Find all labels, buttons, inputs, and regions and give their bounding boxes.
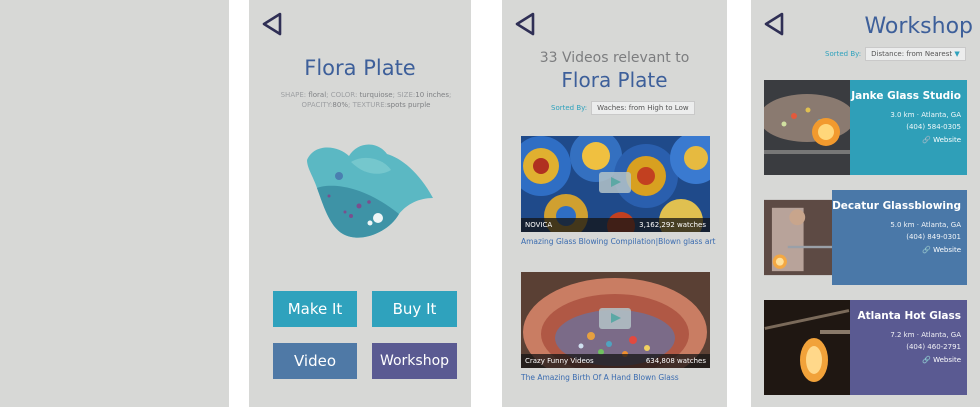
link-icon: 🔗 xyxy=(922,136,931,144)
workshop-card[interactable]: Atlanta Hot Glass 7.2 km · Atlanta, GA (… xyxy=(764,300,967,395)
website-link[interactable]: 🔗 Website xyxy=(850,136,961,144)
website-label: Website xyxy=(933,136,961,144)
workshop-name: Decatur Glassblowing xyxy=(832,200,961,212)
link-icon: 🔗 xyxy=(922,356,931,364)
buy-it-button[interactable]: Buy It xyxy=(372,291,457,327)
workshop-button[interactable]: Workshop xyxy=(372,343,457,379)
website-label: Website xyxy=(933,356,961,364)
play-icon[interactable] xyxy=(599,308,631,329)
workshop-info: Janke Glass Studio 3.0 km · Atlanta, GA … xyxy=(850,80,967,175)
workshop-phone[interactable]: (404) 460-2791 xyxy=(850,341,961,353)
back-arrow-icon[interactable] xyxy=(261,12,283,36)
workshop-info: Decatur Glassblowing 5.0 km · Atlanta, G… xyxy=(832,190,967,285)
videos-sort-row: Sorted By: Waches: from High to Low xyxy=(551,101,695,115)
workshop-sort-row: Sorted By: Distance: from Nearest ▼ xyxy=(825,47,966,61)
workshop-distance: 5.0 km · Atlanta, GA xyxy=(890,221,961,229)
workshop-distance: 3.0 km · Atlanta, GA xyxy=(890,111,961,119)
blank-panel xyxy=(0,0,229,407)
workshop-photo-image xyxy=(764,80,850,175)
attr-value: 80% xyxy=(332,101,348,109)
attr-value: spots purple xyxy=(387,101,431,109)
sort-value: Distance: from Nearest xyxy=(871,50,953,58)
attr-key: TEXTURE: xyxy=(352,101,387,109)
attr-key: COLOR: xyxy=(330,91,358,99)
website-link[interactable]: 🔗 Website xyxy=(832,246,961,254)
attr-key: SHAPE: xyxy=(280,91,307,99)
website-link[interactable]: 🔗 Website xyxy=(850,356,961,364)
back-arrow-icon[interactable] xyxy=(514,12,536,36)
workshop-phone[interactable]: (404) 849-0301 xyxy=(832,231,961,243)
workshop-card[interactable]: Janke Glass Studio 3.0 km · Atlanta, GA … xyxy=(764,80,967,175)
flora-plate-image xyxy=(307,144,433,238)
attr-value: floral xyxy=(308,91,327,99)
workshop-name: Atlanta Hot Glass xyxy=(857,310,961,322)
attr-value: 10 inches xyxy=(415,91,450,99)
workshop-name: Janke Glass Studio xyxy=(851,90,961,102)
workshop-info: Atlanta Hot Glass 7.2 km · Atlanta, GA (… xyxy=(850,300,967,395)
video-channel: Crazy Funny Videos xyxy=(525,357,594,365)
sort-label: Sorted By: xyxy=(551,104,588,112)
video-title-link[interactable]: Amazing Glass Blowing Compilation|Blown … xyxy=(521,237,715,246)
workshop-sort-select[interactable]: Distance: from Nearest ▼ xyxy=(865,47,966,61)
product-title: Flora Plate xyxy=(304,56,416,80)
dropdown-arrow-icon: ▼ xyxy=(954,50,960,58)
video-card[interactable]: Crazy Funny Videos 634,808 watches The A… xyxy=(521,272,710,382)
play-icon[interactable] xyxy=(599,172,631,193)
workshop-photo-image xyxy=(764,300,850,395)
workshop-screen: Workshop Sorted By: Distance: from Neare… xyxy=(751,0,980,407)
video-card[interactable]: NOVICA 3,162,292 watches Amazing Glass B… xyxy=(521,136,715,246)
video-info-bar: Crazy Funny Videos 634,808 watches xyxy=(521,354,710,368)
product-attributes: SHAPE: floral; COLOR: turquiose; SIZE:10… xyxy=(280,91,452,109)
workshop-card[interactable]: Decatur Glassblowing 5.0 km · Atlanta, G… xyxy=(764,190,967,285)
video-info-bar: NOVICA 3,162,292 watches xyxy=(521,218,710,232)
attr-key: OPACITY: xyxy=(301,101,333,109)
workshop-phone[interactable]: (404) 584-0305 xyxy=(850,121,961,133)
attr-key: SIZE: xyxy=(397,91,416,99)
sort-label: Sorted By: xyxy=(825,50,862,58)
video-watch-count: 3,162,292 watches xyxy=(639,221,706,229)
videos-screen: 33 Videos relevant to Flora Plate Sorted… xyxy=(502,0,727,407)
workshop-title: Workshop xyxy=(864,14,973,39)
website-label: Website xyxy=(933,246,961,254)
video-thumbnail[interactable]: Crazy Funny Videos 634,808 watches xyxy=(521,272,710,368)
video-watch-count: 634,808 watches xyxy=(645,357,706,365)
videos-count-heading: 33 Videos relevant to xyxy=(539,50,690,66)
link-icon: 🔗 xyxy=(922,246,931,254)
video-title-link[interactable]: The Amazing Birth Of A Hand Blown Glass xyxy=(521,373,710,382)
workshop-photo-image xyxy=(764,199,833,276)
videos-subject-title: Flora Plate xyxy=(561,68,668,92)
videos-sort-select[interactable]: Waches: from High to Low xyxy=(591,101,695,115)
attr-value: turquiose xyxy=(359,91,393,99)
make-it-button[interactable]: Make It xyxy=(273,291,357,327)
workshop-distance: 7.2 km · Atlanta, GA xyxy=(890,331,961,339)
video-thumbnail[interactable]: NOVICA 3,162,292 watches xyxy=(521,136,710,232)
video-button[interactable]: Video xyxy=(273,343,357,379)
product-screen: Flora Plate SHAPE: floral; COLOR: turqui… xyxy=(249,0,471,407)
video-channel: NOVICA xyxy=(525,221,553,229)
